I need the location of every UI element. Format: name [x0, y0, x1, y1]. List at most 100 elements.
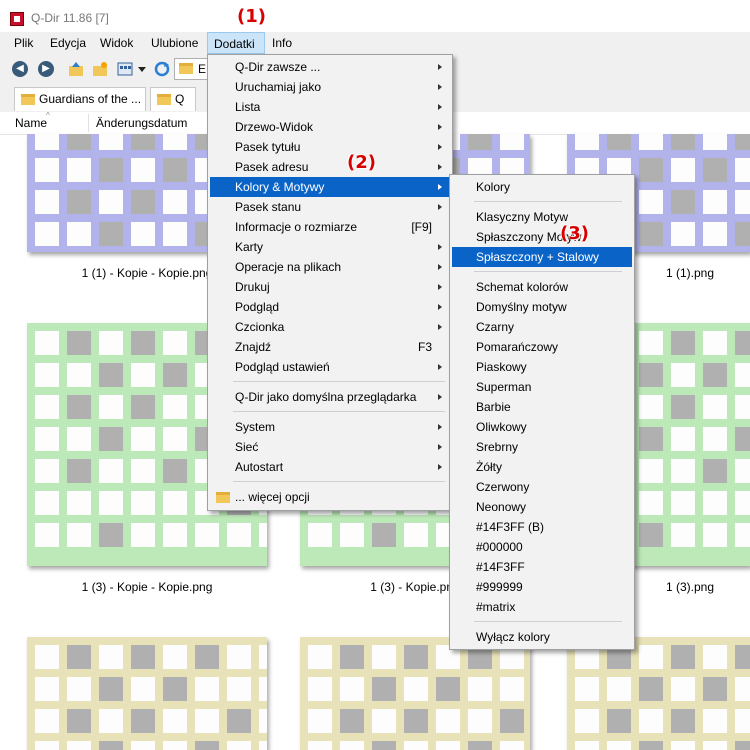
new-folder-icon[interactable]: [92, 61, 108, 77]
dodatki-menu-item[interactable]: Drzewo-Widok: [210, 117, 450, 137]
color-theme-item[interactable]: Schemat kolorów: [452, 277, 632, 297]
color-theme-item[interactable]: Neonowy: [452, 497, 632, 517]
dodatki-menu-item[interactable]: Karty: [210, 237, 450, 257]
dodatki-menu-item[interactable]: Pasek stanu: [210, 197, 450, 217]
menu-item-label: Podgląd: [235, 300, 280, 314]
thumbnail-tile: [735, 677, 750, 701]
file-caption[interactable]: 1 (3).png: [630, 580, 750, 594]
thumbnail[interactable]: [300, 637, 530, 750]
dodatki-menu-item[interactable]: Autostart: [210, 457, 450, 477]
tab-q[interactable]: Q: [150, 87, 196, 111]
thumbnail-tile: [227, 741, 251, 750]
menu-item-shortcut: [F9]: [411, 220, 432, 234]
file-caption[interactable]: 1 (1).png: [630, 266, 750, 280]
dodatki-menu-item[interactable]: Znajdź F3: [210, 337, 450, 357]
thumbnail-tile: [163, 158, 187, 182]
color-theme-item[interactable]: Spłaszczony Motyw: [452, 227, 632, 247]
thumbnail-tile: [99, 395, 123, 419]
dodatki-menu-item[interactable]: Informacje o rozmiarze [F9]: [210, 217, 450, 237]
thumbnail-tile: [575, 134, 599, 150]
thumbnail-tile: [639, 491, 663, 515]
file-caption[interactable]: 1 (3) - Kopie - Kopie.png: [67, 580, 227, 594]
dodatki-menu-item[interactable]: Q-Dir jako domyślna przeglądarka: [210, 387, 450, 407]
color-theme-item[interactable]: Spłaszczony + Stalowy: [452, 247, 632, 267]
thumbnail-tile: [500, 741, 524, 750]
color-theme-item[interactable]: Wyłącz kolory: [452, 627, 632, 647]
column-date[interactable]: Änderungsdatum: [96, 116, 187, 130]
refresh-icon[interactable]: [154, 61, 170, 77]
menu-plik[interactable]: Plik: [8, 32, 39, 54]
dodatki-menu-item[interactable]: Uruchamiaj jako: [210, 77, 450, 97]
folder-icon: [179, 63, 193, 74]
up-folder-icon[interactable]: [68, 61, 84, 77]
color-theme-item[interactable]: Barbie: [452, 397, 632, 417]
thumbnail-tile: [671, 222, 695, 246]
thumbnail-tile: [735, 523, 750, 547]
menu-separator: [233, 411, 445, 412]
color-theme-item[interactable]: Pomarańczowy: [452, 337, 632, 357]
thumbnail-tile: [195, 677, 219, 701]
colors-themes-submenu: Kolory Klasyczny Motyw Spłaszczony Motyw Sp…: [449, 174, 635, 650]
thumbnail-tile: [639, 331, 663, 355]
dodatki-menu-item[interactable]: Sieć: [210, 437, 450, 457]
color-theme-item[interactable]: #000000: [452, 537, 632, 557]
color-theme-item[interactable]: Kolory: [452, 177, 632, 197]
thumbnail-tile: [340, 709, 364, 733]
dodatki-menu-item[interactable]: ... więcej opcji: [210, 487, 450, 507]
color-theme-item[interactable]: Żółty: [452, 457, 632, 477]
tab-guardians[interactable]: Guardians of the ...: [14, 87, 146, 111]
chevron-down-icon[interactable]: [137, 61, 147, 77]
thumbnail-tile: [735, 427, 750, 451]
dodatki-menu-item[interactable]: Lista: [210, 97, 450, 117]
dodatki-menu-item[interactable]: Kolory & Motywy: [210, 177, 450, 197]
file-caption[interactable]: 1 (1) - Kopie - Kopie.png: [67, 266, 227, 280]
dodatki-menu-item[interactable]: Q-Dir zawsze ...: [210, 57, 450, 77]
thumbnail-tile: [131, 741, 155, 750]
menu-item-label: Operacje na plikach: [235, 260, 342, 274]
thumbnail-tile: [671, 523, 695, 547]
menu-item-label: Schemat kolorów: [476, 280, 569, 294]
dodatki-menu-item[interactable]: Drukuj: [210, 277, 450, 297]
dodatki-menu-item[interactable]: Czcionka: [210, 317, 450, 337]
color-theme-item[interactable]: Oliwkowy: [452, 417, 632, 437]
thumbnail-tile: [703, 523, 727, 547]
color-theme-item[interactable]: Piaskowy: [452, 357, 632, 377]
thumbnail-tile: [259, 645, 267, 669]
dodatki-menu-item[interactable]: Operacje na plikach: [210, 257, 450, 277]
color-theme-item[interactable]: Domyślny motyw: [452, 297, 632, 317]
menu-item-label: #14F3FF (B): [476, 520, 545, 534]
view-mode-icon[interactable]: [117, 61, 133, 77]
forward-icon[interactable]: ▶: [38, 61, 54, 77]
dodatki-menu-item[interactable]: Pasek adresu: [210, 157, 450, 177]
dodatki-menu-item[interactable]: Pasek tytułu: [210, 137, 450, 157]
thumbnail-tile: [372, 741, 396, 750]
menu-info[interactable]: Info: [266, 32, 298, 54]
dodatki-menu-item[interactable]: System: [210, 417, 450, 437]
dodatki-menu-item[interactable]: Podgląd: [210, 297, 450, 317]
thumbnail-tile: [259, 523, 267, 547]
color-theme-item[interactable]: #matrix: [452, 597, 632, 617]
menu-widok[interactable]: Widok: [94, 32, 139, 54]
menu-dodatki[interactable]: Dodatki: [207, 32, 265, 54]
thumbnail-tile: [607, 677, 631, 701]
menu-edycja[interactable]: Edycja: [44, 32, 92, 54]
color-theme-item[interactable]: Czarny: [452, 317, 632, 337]
callout-1: (1): [237, 6, 266, 27]
submenu-arrow-icon: [438, 84, 442, 90]
color-theme-item[interactable]: #14F3FF (B): [452, 517, 632, 537]
thumbnail-tile: [639, 134, 663, 150]
thumbnail-tile: [639, 677, 663, 701]
dodatki-menu-item[interactable]: Podgląd ustawień: [210, 357, 450, 377]
color-theme-item[interactable]: Superman: [452, 377, 632, 397]
thumbnail[interactable]: [567, 637, 750, 750]
thumbnail[interactable]: [27, 637, 267, 750]
color-theme-item[interactable]: #14F3FF: [452, 557, 632, 577]
color-theme-item[interactable]: Czerwony: [452, 477, 632, 497]
callout-2: (2): [347, 152, 376, 173]
column-name[interactable]: Name: [15, 116, 47, 130]
color-theme-item[interactable]: Srebrny: [452, 437, 632, 457]
menu-ulubione[interactable]: Ulubione: [145, 32, 204, 54]
back-icon[interactable]: ◀: [12, 61, 28, 77]
color-theme-item[interactable]: #999999: [452, 577, 632, 597]
color-theme-item[interactable]: Klasyczny Motyw: [452, 207, 632, 227]
